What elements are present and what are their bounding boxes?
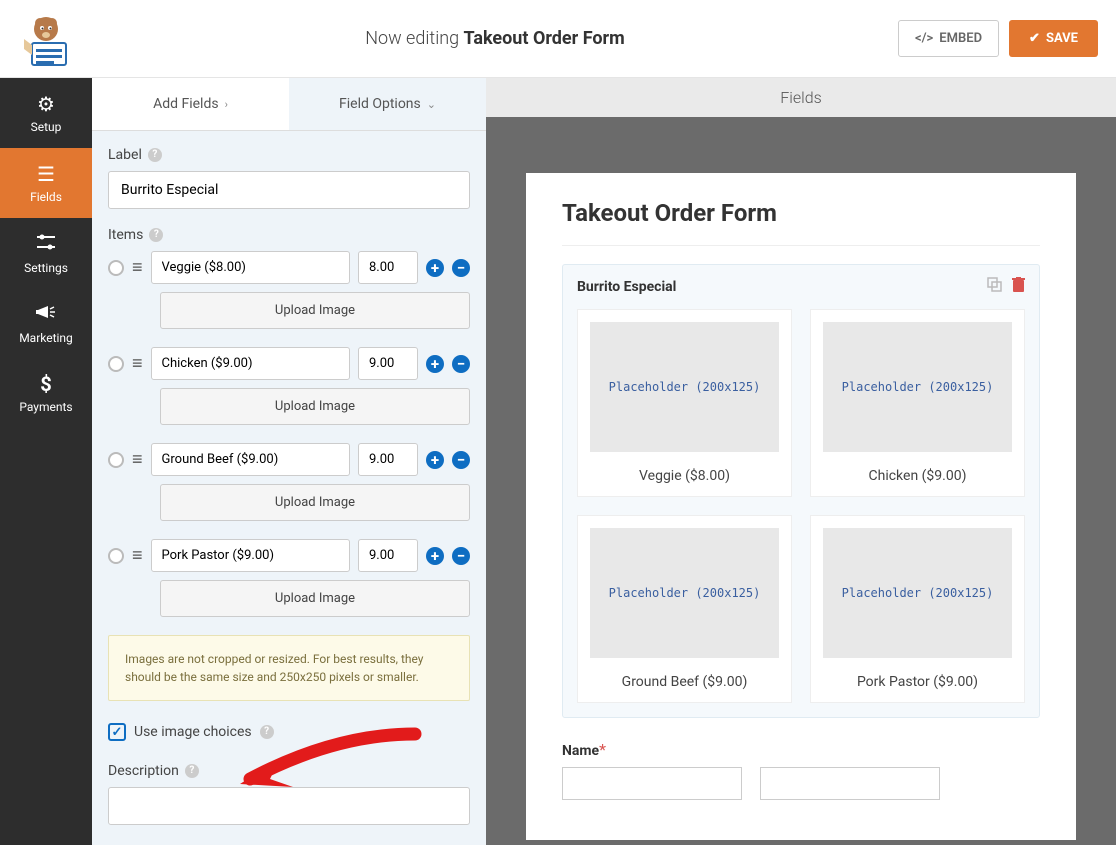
preview-header: Fields (486, 78, 1116, 117)
side-nav: ⚙ Setup ☰ Fields Settings Marketing $ Pa… (0, 78, 92, 845)
first-name-input[interactable] (562, 767, 742, 800)
drag-handle-icon[interactable]: ≡ (132, 353, 143, 374)
drag-handle-icon[interactable]: ≡ (132, 257, 143, 278)
required-asterisk: * (599, 740, 606, 759)
preview-field-title: Burrito Especial (577, 279, 1025, 295)
add-item-button[interactable]: + (426, 451, 444, 469)
bullhorn-icon (36, 302, 56, 327)
last-name-input[interactable] (760, 767, 940, 800)
choice-option[interactable]: Placeholder (200x125) Pork Pastor ($9.00… (810, 515, 1025, 703)
remove-item-button[interactable]: − (452, 355, 470, 373)
help-icon[interactable]: ? (260, 725, 274, 739)
choice-option[interactable]: Placeholder (200x125) Ground Beef ($9.00… (577, 515, 792, 703)
preview-field[interactable]: Burrito Especial Placeholder (200x125) V… (562, 264, 1040, 718)
chevron-down-icon: ⌄ (427, 98, 436, 111)
item-default-radio[interactable] (108, 356, 124, 372)
choice-label: Veggie ($8.00) (590, 468, 779, 484)
choice-option[interactable]: Placeholder (200x125) Veggie ($8.00) (577, 309, 792, 497)
drag-handle-icon[interactable]: ≡ (132, 449, 143, 470)
chevron-right-icon: › (225, 98, 228, 111)
item-default-radio[interactable] (108, 260, 124, 276)
item-default-radio[interactable] (108, 548, 124, 564)
description-label: Description ? (108, 763, 470, 779)
dollar-icon: $ (40, 372, 51, 396)
drag-handle-icon[interactable]: ≡ (132, 545, 143, 566)
remove-item-button[interactable]: − (452, 547, 470, 565)
remove-item-button[interactable]: − (452, 451, 470, 469)
upload-image-button[interactable]: Upload Image (160, 580, 470, 617)
remove-item-button[interactable]: − (452, 259, 470, 277)
item-label-input[interactable] (151, 251, 350, 284)
item-label-input[interactable] (151, 539, 350, 572)
choice-label: Pork Pastor ($9.00) (823, 674, 1012, 690)
image-note: Images are not cropped or resized. For b… (108, 635, 470, 701)
list-icon: ☰ (37, 162, 55, 186)
help-icon[interactable]: ? (148, 148, 162, 162)
placeholder-image: Placeholder (200x125) (823, 322, 1012, 452)
help-icon[interactable]: ? (185, 764, 199, 778)
nav-settings[interactable]: Settings (0, 218, 92, 288)
nav-marketing[interactable]: Marketing (0, 288, 92, 358)
sliders-icon (36, 232, 56, 257)
save-button[interactable]: ✔ SAVE (1009, 20, 1098, 57)
item-price-input[interactable] (358, 443, 418, 476)
tab-add-fields[interactable]: Add Fields› (92, 78, 289, 130)
item-label-input[interactable] (151, 347, 350, 380)
description-input[interactable] (108, 787, 470, 825)
add-item-button[interactable]: + (426, 355, 444, 373)
add-item-button[interactable]: + (426, 259, 444, 277)
upload-image-button[interactable]: Upload Image (160, 292, 470, 329)
trash-icon[interactable] (1012, 277, 1025, 296)
placeholder-image: Placeholder (200x125) (590, 322, 779, 452)
add-item-button[interactable]: + (426, 547, 444, 565)
item-price-input[interactable] (358, 347, 418, 380)
item-label-input[interactable] (151, 443, 350, 476)
tab-field-options[interactable]: Field Options⌄ (289, 78, 486, 130)
choice-option[interactable]: Placeholder (200x125) Chicken ($9.00) (810, 309, 1025, 497)
items-label: Items ? (108, 227, 470, 243)
item-default-radio[interactable] (108, 452, 124, 468)
upload-image-button[interactable]: Upload Image (160, 388, 470, 425)
nav-payments[interactable]: $ Payments (0, 358, 92, 428)
app-logo[interactable] (0, 0, 92, 78)
choice-label: Ground Beef ($9.00) (590, 674, 779, 690)
nav-setup[interactable]: ⚙ Setup (0, 78, 92, 148)
name-field-label: Name (562, 743, 599, 759)
embed-button[interactable]: </> EMBED (898, 20, 999, 57)
nav-fields[interactable]: ☰ Fields (0, 148, 92, 218)
placeholder-image: Placeholder (200x125) (823, 528, 1012, 658)
item-price-input[interactable] (358, 251, 418, 284)
editing-label: Now editing Takeout Order Form (92, 28, 898, 49)
label-label: Label ? (108, 147, 470, 163)
preview-title: Takeout Order Form (562, 199, 1040, 246)
placeholder-image: Placeholder (200x125) (590, 528, 779, 658)
choice-label: Chicken ($9.00) (823, 468, 1012, 484)
label-input[interactable] (108, 171, 470, 209)
use-image-label: Use image choices (134, 724, 252, 740)
gear-icon: ⚙ (37, 92, 55, 116)
upload-image-button[interactable]: Upload Image (160, 484, 470, 521)
code-icon: </> (915, 31, 933, 46)
check-icon: ✔ (1029, 31, 1040, 46)
use-image-checkbox[interactable]: ✓ (108, 723, 126, 741)
help-icon[interactable]: ? (149, 228, 163, 242)
item-price-input[interactable] (358, 539, 418, 572)
duplicate-icon[interactable] (987, 277, 1002, 296)
